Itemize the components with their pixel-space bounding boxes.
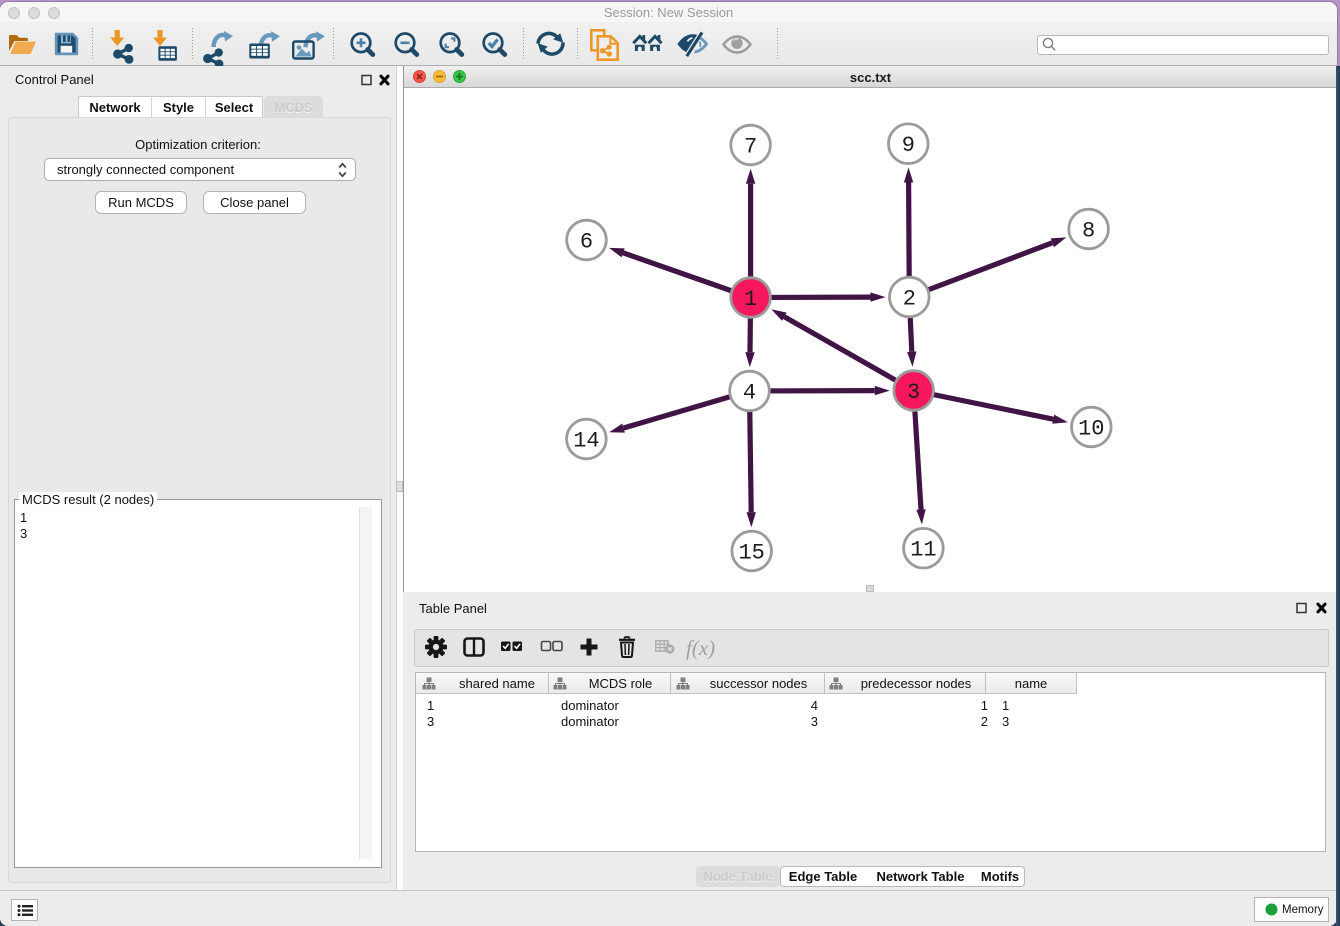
svg-text:2: 2 xyxy=(903,287,916,312)
svg-text:8: 8 xyxy=(1082,219,1095,244)
svg-text:14: 14 xyxy=(573,429,599,454)
svg-text:1: 1 xyxy=(744,287,757,312)
svg-text:3: 3 xyxy=(907,380,920,405)
svg-text:10: 10 xyxy=(1078,417,1104,442)
svg-text:6: 6 xyxy=(580,230,593,255)
svg-text:4: 4 xyxy=(743,381,756,406)
svg-text:9: 9 xyxy=(902,133,915,158)
svg-text:11: 11 xyxy=(910,538,936,563)
svg-text:7: 7 xyxy=(744,135,757,160)
svg-text:15: 15 xyxy=(738,541,764,566)
